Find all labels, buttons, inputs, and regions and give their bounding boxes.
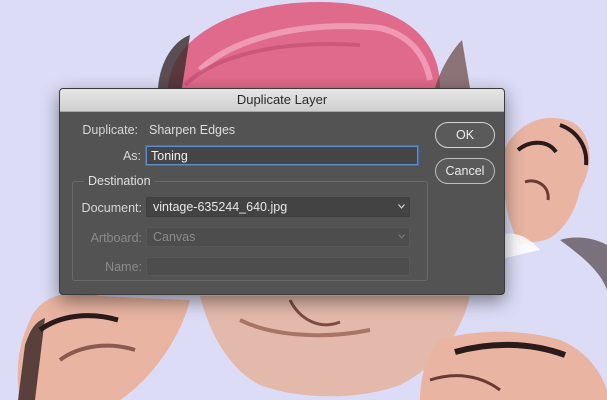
duplicate-value: Sharpen Edges bbox=[149, 123, 236, 137]
document-select-value: vintage-635244_640.jpg bbox=[153, 200, 288, 214]
ok-button[interactable]: OK bbox=[435, 122, 495, 148]
chevron-down-icon bbox=[398, 204, 405, 209]
chevron-down-icon bbox=[398, 234, 405, 239]
document-select[interactable]: vintage-635244_640.jpg bbox=[146, 197, 410, 217]
artboard-select-value: Canvas bbox=[153, 230, 196, 244]
name-label: Name: bbox=[105, 260, 142, 274]
artboard-select: Canvas bbox=[146, 227, 410, 247]
document-label: Document: bbox=[81, 201, 142, 215]
layer-name-input[interactable] bbox=[146, 146, 418, 165]
duplicate-label: Duplicate: bbox=[82, 123, 138, 137]
destination-title: Destination bbox=[84, 174, 155, 188]
as-label: As: bbox=[122, 149, 141, 163]
duplicate-layer-dialog: Duplicate Layer Duplicate: Sharpen Edges… bbox=[59, 88, 505, 295]
name-field bbox=[146, 257, 410, 276]
artboard-label: Artboard: bbox=[90, 231, 142, 245]
dialog-title: Duplicate Layer bbox=[60, 89, 504, 112]
cancel-button[interactable]: Cancel bbox=[435, 158, 495, 184]
